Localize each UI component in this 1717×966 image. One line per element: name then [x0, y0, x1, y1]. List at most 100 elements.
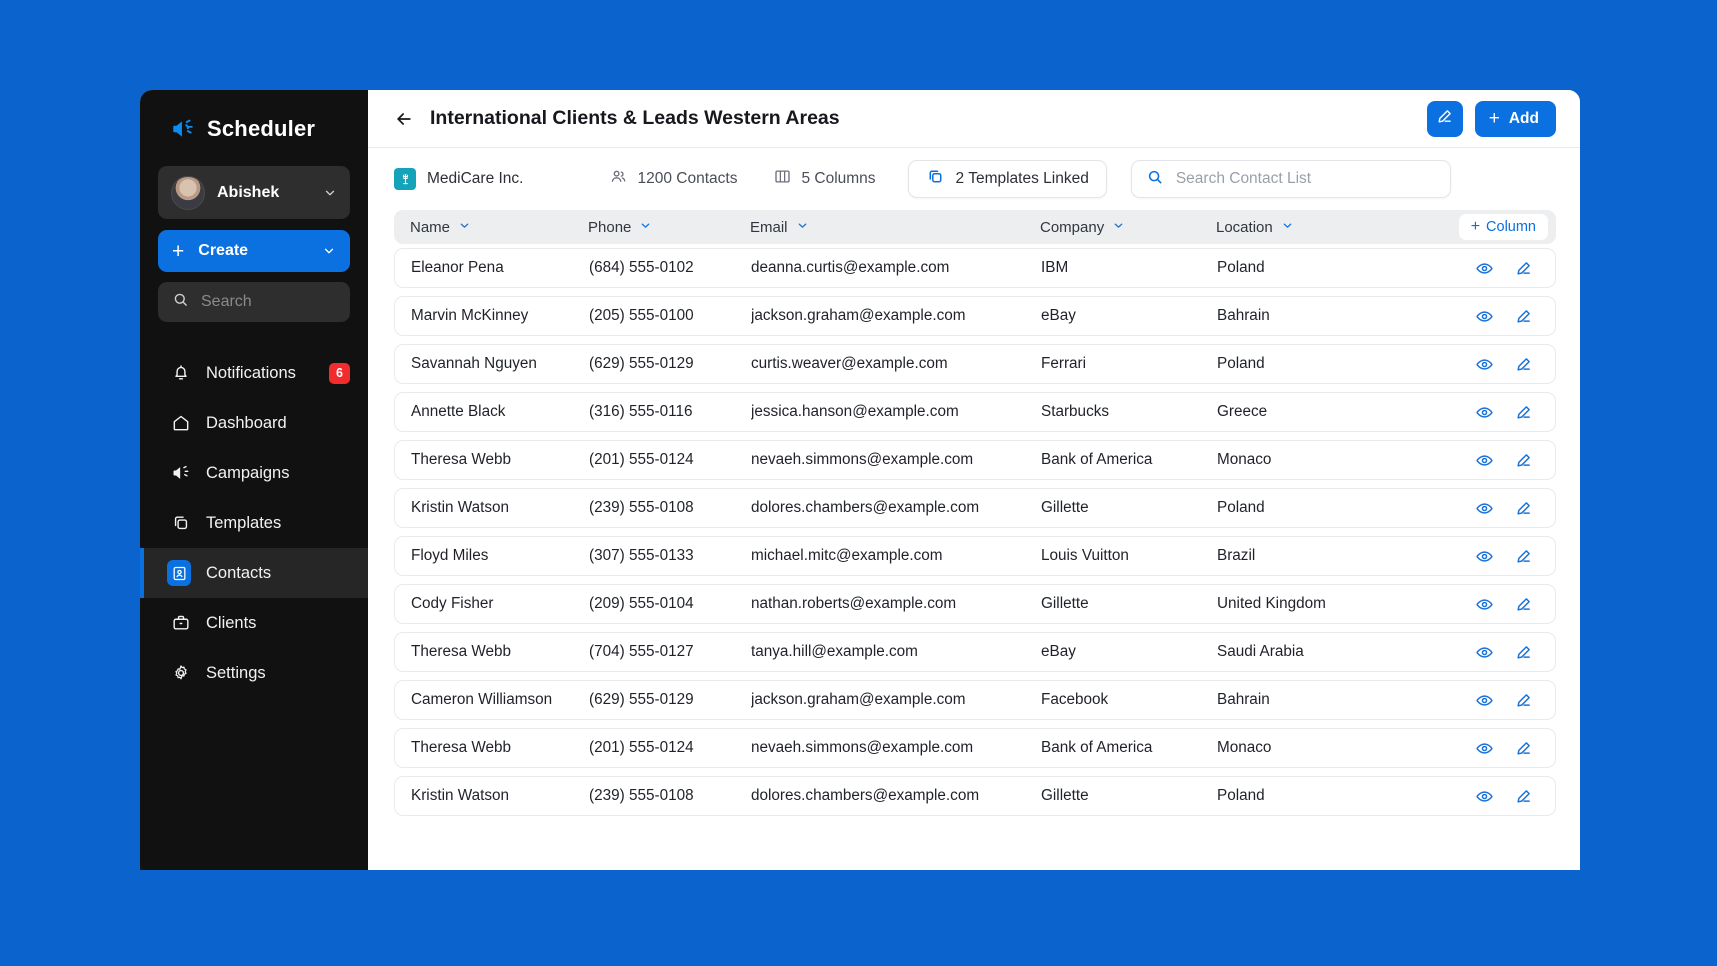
- eye-icon[interactable]: [1475, 691, 1494, 710]
- eye-icon[interactable]: [1475, 643, 1494, 662]
- pencil-icon[interactable]: [1514, 259, 1533, 278]
- cell-location: Poland: [1217, 259, 1435, 277]
- cell-company: Gillette: [1041, 499, 1217, 517]
- eye-icon[interactable]: [1475, 451, 1494, 470]
- sidebar-search[interactable]: Search: [158, 282, 350, 322]
- search-contact-list[interactable]: [1131, 160, 1451, 198]
- sidebar-item-notifications[interactable]: Notifications 6: [140, 348, 368, 398]
- eye-icon[interactable]: [1475, 595, 1494, 614]
- chevron-down-icon[interactable]: [458, 219, 471, 236]
- cell-name: Theresa Webb: [411, 643, 589, 661]
- eye-icon[interactable]: [1475, 739, 1494, 758]
- cell-name: Theresa Webb: [411, 739, 589, 757]
- sidebar-item-label: Clients: [206, 614, 350, 633]
- row-actions: [1435, 739, 1547, 758]
- sidebar-item-templates[interactable]: Templates: [140, 498, 368, 548]
- add-button[interactable]: + Add: [1475, 101, 1556, 137]
- pencil-icon[interactable]: [1514, 355, 1533, 374]
- create-button[interactable]: + Create: [158, 230, 350, 272]
- edit-list-button[interactable]: [1427, 101, 1463, 137]
- pencil-icon[interactable]: [1514, 499, 1533, 518]
- row-actions: [1435, 451, 1547, 470]
- table-row[interactable]: Cody Fisher(209) 555-0104nathan.roberts@…: [394, 584, 1556, 624]
- cell-email: deanna.curtis@example.com: [751, 259, 1041, 277]
- gear-icon: [170, 663, 191, 684]
- table-row[interactable]: Theresa Webb(704) 555-0127tanya.hill@exa…: [394, 632, 1556, 672]
- cell-name: Marvin McKinney: [411, 307, 589, 325]
- cell-phone: (239) 555-0108: [589, 787, 751, 805]
- pencil-icon[interactable]: [1514, 787, 1533, 806]
- cell-name: Cameron Williamson: [411, 691, 589, 709]
- pencil-icon[interactable]: [1514, 691, 1533, 710]
- eye-icon[interactable]: [1475, 547, 1494, 566]
- search-input[interactable]: [1176, 170, 1436, 188]
- sidebar-item-label: Campaigns: [206, 464, 350, 483]
- table-row[interactable]: Theresa Webb(201) 555-0124nevaeh.simmons…: [394, 728, 1556, 768]
- cell-location: United Kingdom: [1217, 595, 1435, 613]
- eye-icon[interactable]: [1475, 403, 1494, 422]
- sidebar-item-clients[interactable]: Clients: [140, 598, 368, 648]
- page-title: International Clients & Leads Western Ar…: [430, 107, 1427, 130]
- pencil-icon[interactable]: [1514, 595, 1533, 614]
- home-icon: [170, 413, 191, 434]
- cell-location: Monaco: [1217, 739, 1435, 757]
- sidebar-item-label: Dashboard: [206, 414, 350, 433]
- cell-phone: (629) 555-0129: [589, 691, 751, 709]
- cell-phone: (629) 555-0129: [589, 355, 751, 373]
- table-row[interactable]: Cameron Williamson(629) 555-0129jackson.…: [394, 680, 1556, 720]
- sidebar-item-dashboard[interactable]: Dashboard: [140, 398, 368, 448]
- sidebar-item-contacts[interactable]: Contacts: [140, 548, 368, 598]
- cell-name: Kristin Watson: [411, 787, 589, 805]
- eye-icon[interactable]: [1475, 355, 1494, 374]
- eye-icon[interactable]: [1475, 307, 1494, 326]
- pencil-icon[interactable]: [1514, 403, 1533, 422]
- avatar: [171, 176, 205, 210]
- pencil-icon[interactable]: [1514, 643, 1533, 662]
- table-row[interactable]: Marvin McKinney(205) 555-0100jackson.gra…: [394, 296, 1556, 336]
- table-row[interactable]: Kristin Watson(239) 555-0108dolores.cham…: [394, 776, 1556, 816]
- column-header-company[interactable]: Company: [1040, 219, 1216, 236]
- cell-company: Bank of America: [1041, 739, 1217, 757]
- sidebar-item-campaigns[interactable]: Campaigns: [140, 448, 368, 498]
- pencil-icon[interactable]: [1514, 739, 1533, 758]
- row-actions: [1435, 595, 1547, 614]
- column-header-name[interactable]: Name: [410, 219, 588, 236]
- eye-icon[interactable]: [1475, 499, 1494, 518]
- column-header-phone[interactable]: Phone: [588, 219, 750, 236]
- column-header-email[interactable]: Email: [750, 219, 1040, 236]
- pencil-icon[interactable]: [1514, 307, 1533, 326]
- eye-icon[interactable]: [1475, 787, 1494, 806]
- cell-phone: (704) 555-0127: [589, 643, 751, 661]
- table-row[interactable]: Theresa Webb(201) 555-0124nevaeh.simmons…: [394, 440, 1556, 480]
- add-column-cell: + Column: [1436, 214, 1548, 240]
- eye-icon[interactable]: [1475, 259, 1494, 278]
- pencil-icon[interactable]: [1514, 547, 1533, 566]
- table-row[interactable]: Savannah Nguyen(629) 555-0129curtis.weav…: [394, 344, 1556, 384]
- column-header-label: Email: [750, 219, 788, 236]
- chevron-down-icon[interactable]: [796, 219, 809, 236]
- cell-phone: (239) 555-0108: [589, 499, 751, 517]
- table-row[interactable]: Annette Black(316) 555-0116jessica.hanso…: [394, 392, 1556, 432]
- add-column-button[interactable]: + Column: [1459, 214, 1548, 240]
- cell-phone: (201) 555-0124: [589, 451, 751, 469]
- templates-linked-label: 2 Templates Linked: [956, 170, 1089, 188]
- sidebar-item-settings[interactable]: Settings: [140, 648, 368, 698]
- chevron-down-icon[interactable]: [639, 219, 652, 236]
- pencil-icon[interactable]: [1514, 451, 1533, 470]
- templates-linked-chip[interactable]: 2 Templates Linked: [908, 160, 1107, 198]
- table-row[interactable]: Eleanor Pena(684) 555-0102deanna.curtis@…: [394, 248, 1556, 288]
- table-row[interactable]: Kristin Watson(239) 555-0108dolores.cham…: [394, 488, 1556, 528]
- column-header-location[interactable]: Location: [1216, 219, 1436, 236]
- cell-email: nevaeh.simmons@example.com: [751, 739, 1041, 757]
- cell-company: eBay: [1041, 307, 1217, 325]
- user-account-chip[interactable]: Abishek: [158, 166, 350, 219]
- table-row[interactable]: Floyd Miles(307) 555-0133michael.mitc@ex…: [394, 536, 1556, 576]
- arrow-left-icon[interactable]: [394, 109, 414, 129]
- search-icon: [1146, 168, 1164, 191]
- chevron-down-icon[interactable]: [1112, 219, 1125, 236]
- chevron-down-icon[interactable]: [1281, 219, 1294, 236]
- add-column-label: Column: [1486, 219, 1536, 235]
- cell-email: curtis.weaver@example.com: [751, 355, 1041, 373]
- cell-phone: (201) 555-0124: [589, 739, 751, 757]
- page-header: International Clients & Leads Western Ar…: [368, 90, 1580, 148]
